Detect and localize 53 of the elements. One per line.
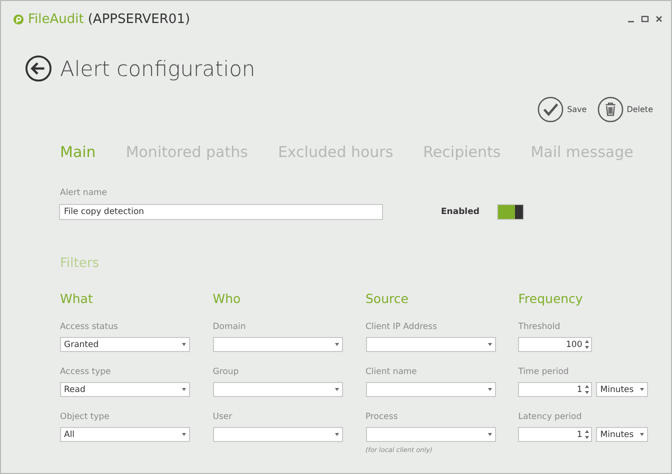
close-icon[interactable]: [655, 15, 663, 23]
dropdown-caret-icon: [488, 433, 492, 436]
enabled-toggle[interactable]: [497, 204, 524, 220]
column-heading: Who: [212, 291, 242, 306]
dropdown[interactable]: Read: [60, 382, 190, 397]
checkmark-icon[interactable]: [537, 96, 564, 123]
spinner-arrows-icon[interactable]: [585, 430, 590, 439]
number-spinner[interactable]: 1: [518, 382, 592, 397]
unit-dropdown[interactable]: Minutes: [596, 427, 648, 442]
field-label: Threshold: [518, 322, 562, 332]
field-label: Access type: [60, 367, 112, 377]
column-heading: Source: [366, 291, 410, 306]
number-spinner[interactable]: 100: [518, 337, 592, 352]
field-label: Process: [366, 412, 399, 422]
dropdown-caret-icon: [182, 388, 186, 391]
dropdown-caret-icon: [488, 388, 492, 391]
field-label: Access status: [60, 322, 119, 332]
dropdown-caret-icon: [334, 388, 339, 391]
filters-heading: Filters: [60, 256, 100, 271]
action-label[interactable]: Delete: [626, 105, 653, 114]
maximize-icon[interactable]: [641, 15, 649, 23]
field-label: Client name: [366, 367, 418, 377]
server-name: (APPSERVER01): [88, 12, 190, 26]
dropdown-caret-icon: [488, 343, 492, 346]
spinner-arrows-icon[interactable]: [585, 340, 590, 349]
dropdown-caret-icon: [182, 433, 186, 436]
app-name: FileAudit: [28, 12, 84, 26]
column-heading: What: [60, 291, 94, 306]
dropdown-caret-icon: [640, 388, 644, 391]
unit-dropdown[interactable]: Minutes: [596, 382, 648, 397]
field-label: Alert name: [60, 188, 108, 198]
app-logo-icon: [13, 14, 24, 24]
dropdown-caret-icon: [640, 433, 644, 436]
dropdown-caret-icon: [334, 433, 339, 436]
dropdown-caret-icon: [182, 343, 186, 346]
enabled-label: Enabled: [441, 207, 480, 217]
field-label: Latency period: [518, 412, 583, 422]
dropdown[interactable]: Granted: [60, 337, 190, 352]
alert-name-field[interactable]: File copy detection: [59, 204, 383, 220]
column-heading: Frequency: [518, 291, 584, 306]
field-label: Client IP Address: [366, 322, 438, 332]
field-label: Object type: [60, 412, 110, 422]
dropdown-caret-icon: [334, 343, 339, 346]
field-label: Group: [212, 367, 240, 377]
spinner-arrows-icon[interactable]: [585, 385, 590, 394]
dropdown[interactable]: All: [60, 427, 190, 442]
field-label: Time period: [518, 367, 570, 377]
field-label: Domain: [212, 322, 247, 332]
action-label[interactable]: Save: [567, 105, 587, 114]
trash-icon[interactable]: [596, 96, 624, 123]
page-title: Alert configuration: [60, 56, 256, 80]
field-label: User: [212, 412, 234, 422]
number-spinner[interactable]: 1: [518, 427, 592, 442]
